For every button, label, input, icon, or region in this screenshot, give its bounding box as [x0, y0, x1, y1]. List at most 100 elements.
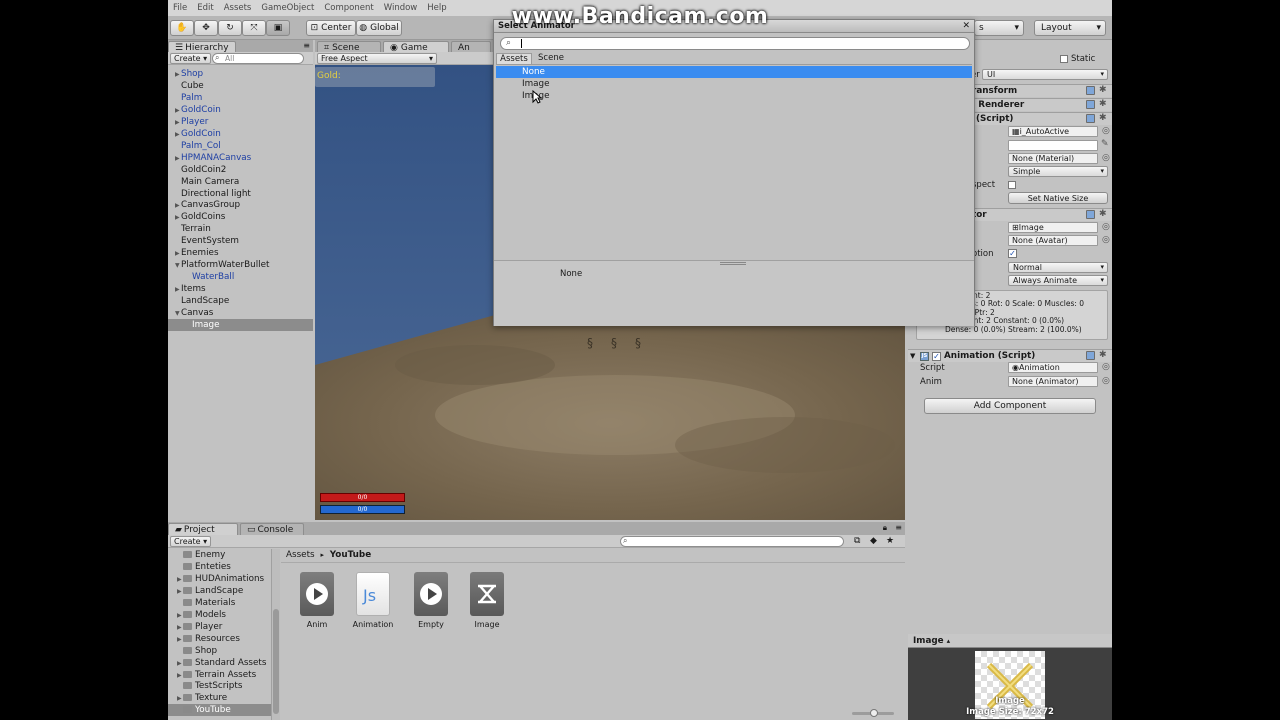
folder-item[interactable]: ▶ HUDAnimations — [168, 573, 271, 585]
help-icon[interactable] — [1086, 114, 1095, 123]
list-item[interactable]: ▶GoldCoin — [168, 128, 313, 140]
rect-tool-button[interactable]: ▣ — [266, 20, 290, 36]
list-item[interactable]: EventSystem — [168, 235, 313, 247]
preserve-aspect-checkbox[interactable] — [1008, 181, 1016, 189]
object-picker-icon[interactable]: ◎ — [1102, 223, 1110, 232]
object-picker-icon[interactable]: ◎ — [1102, 154, 1110, 163]
asset-item[interactable]: Anim — [289, 572, 345, 629]
rotate-tool-button[interactable]: ↻ — [218, 20, 242, 36]
menu-item-window[interactable]: Window — [379, 3, 423, 13]
layers-dropdown[interactable]: s ▾ — [974, 20, 1024, 36]
help-icon[interactable] — [1086, 100, 1095, 109]
list-item[interactable]: Palm — [168, 92, 313, 104]
folder-item[interactable]: ▶ Terrain Assets — [168, 669, 271, 681]
folder-item[interactable]: ▶ Models — [168, 609, 271, 621]
dialog-title-bar[interactable]: Select Animator ✕ — [494, 20, 974, 33]
gear-icon[interactable]: ✱ — [1099, 100, 1107, 109]
hierarchy-create-button[interactable]: Create ▾ — [170, 53, 212, 64]
folder-item[interactable]: TestScripts — [168, 680, 271, 692]
space-toggle-button[interactable]: ◍ Global — [356, 20, 402, 36]
menu-item-edit[interactable]: Edit — [192, 3, 218, 13]
favorite-icon[interactable]: ★ — [886, 536, 894, 546]
folder-item[interactable]: Shop — [168, 645, 271, 657]
list-item[interactable]: Main Camera — [168, 176, 313, 188]
panel-menu-icon[interactable]: ≡ — [895, 523, 902, 532]
breadcrumb-root[interactable]: Assets — [286, 550, 315, 560]
folder-scrollbar-thumb[interactable] — [273, 609, 279, 714]
chevron-down-icon[interactable]: ▼ — [910, 350, 915, 362]
resize-handle[interactable] — [720, 262, 746, 265]
layer-dropdown[interactable]: UI — [982, 69, 1108, 80]
zoom-slider[interactable] — [852, 709, 894, 717]
folder-scrollbar[interactable] — [271, 549, 280, 720]
avatar-field[interactable]: None (Avatar) — [1008, 235, 1098, 246]
list-item[interactable]: ▶Shop — [168, 68, 313, 80]
project-search-input[interactable]: ⌕ — [620, 536, 844, 547]
folder-item[interactable]: YouTube — [168, 704, 271, 717]
lock-icon[interactable]: 🔒︎ — [883, 523, 887, 533]
folder-item[interactable]: Enteties — [168, 561, 271, 573]
image-type-dropdown[interactable]: Simple — [1008, 166, 1108, 177]
list-item[interactable]: ▼Canvas — [168, 307, 313, 319]
asset-item[interactable]: Image — [459, 572, 515, 629]
culling-mode-dropdown[interactable]: Always Animate — [1008, 275, 1108, 286]
asset-item[interactable]: Js Animation — [345, 572, 401, 629]
close-icon[interactable]: ✕ — [962, 20, 970, 33]
hierarchy-search-input[interactable]: ⌕ All — [212, 53, 304, 64]
folder-item[interactable]: ▶ Resources — [168, 633, 271, 645]
move-tool-button[interactable]: ✥ — [194, 20, 218, 36]
menu-item-gameobject[interactable]: GameObject — [256, 3, 319, 13]
list-item[interactable]: ▶Items — [168, 283, 313, 295]
gear-icon[interactable]: ✱ — [1099, 86, 1107, 95]
filter-type-icon[interactable]: ⧉ — [854, 536, 860, 546]
folder-item[interactable]: ▶ Standard Assets — [168, 657, 271, 669]
eyedropper-icon[interactable]: ✎ — [1101, 140, 1109, 149]
list-item[interactable]: ▶HPMANACanvas — [168, 152, 313, 164]
source-image-field[interactable]: ▦i_AutoActive — [1008, 126, 1098, 137]
help-icon[interactable] — [1086, 86, 1095, 95]
help-icon[interactable] — [1086, 210, 1095, 219]
gear-icon[interactable]: ✱ — [1099, 114, 1107, 123]
pivot-toggle-button[interactable]: ⊡ Center — [306, 20, 356, 36]
folder-item[interactable]: ▶ LandScape — [168, 585, 271, 597]
set-native-size-button[interactable]: Set Native Size — [1008, 192, 1108, 204]
panel-menu-icon[interactable]: ≡ — [303, 41, 310, 50]
anim-field[interactable]: None (Animator) — [1008, 376, 1098, 387]
list-item[interactable]: ▶GoldCoins — [168, 211, 313, 223]
menu-item-assets[interactable]: Assets — [219, 3, 257, 13]
list-item[interactable]: GoldCoin2 — [168, 164, 313, 176]
project-create-button[interactable]: Create ▾ — [170, 536, 212, 547]
color-field[interactable] — [1008, 140, 1098, 151]
help-icon[interactable] — [1086, 351, 1095, 360]
list-item[interactable]: ▶Enemies — [168, 247, 313, 259]
list-item[interactable]: LandScape — [168, 295, 313, 307]
scale-tool-button[interactable]: ⤧ — [242, 20, 266, 36]
animation-script-header[interactable]: ▼ JS ✓ Animation (Script) — [908, 349, 1112, 362]
dialog-item-animator[interactable]: Image — [496, 90, 972, 102]
list-item[interactable]: ▶GoldCoin — [168, 104, 313, 116]
list-item[interactable]: ▼PlatformWaterBullet — [168, 259, 313, 271]
list-item[interactable]: Cube — [168, 80, 313, 92]
list-item[interactable]: Palm_Col — [168, 140, 313, 152]
asset-item[interactable]: Empty — [403, 572, 459, 629]
tab-assets[interactable]: Assets — [496, 53, 532, 65]
update-mode-dropdown[interactable]: Normal — [1008, 262, 1108, 273]
component-enabled-checkbox[interactable]: ✓ — [932, 352, 941, 361]
controller-field[interactable]: ⊞Image — [1008, 222, 1098, 233]
menu-item-help[interactable]: Help — [422, 3, 451, 13]
list-item[interactable]: Terrain — [168, 223, 313, 235]
folder-item[interactable]: ▶ Texture — [168, 692, 271, 704]
zoom-slider-thumb[interactable] — [870, 709, 878, 717]
folder-item[interactable]: Enemy — [168, 549, 271, 561]
dialog-item-none[interactable]: None — [496, 66, 972, 78]
list-item[interactable]: Directional light — [168, 188, 313, 200]
tab-scene-objects[interactable]: Scene — [534, 53, 568, 65]
menu-item-component[interactable]: Component — [319, 3, 378, 13]
static-checkbox[interactable] — [1060, 55, 1068, 63]
gear-icon[interactable]: ✱ — [1099, 351, 1107, 360]
layout-dropdown[interactable]: Layout ▾ — [1034, 20, 1106, 36]
folder-item[interactable]: Materials — [168, 597, 271, 609]
object-picker-icon[interactable]: ◎ — [1102, 363, 1110, 372]
dialog-item-animator[interactable]: Image — [496, 78, 972, 90]
root-motion-checkbox[interactable]: ✓ — [1008, 249, 1017, 258]
